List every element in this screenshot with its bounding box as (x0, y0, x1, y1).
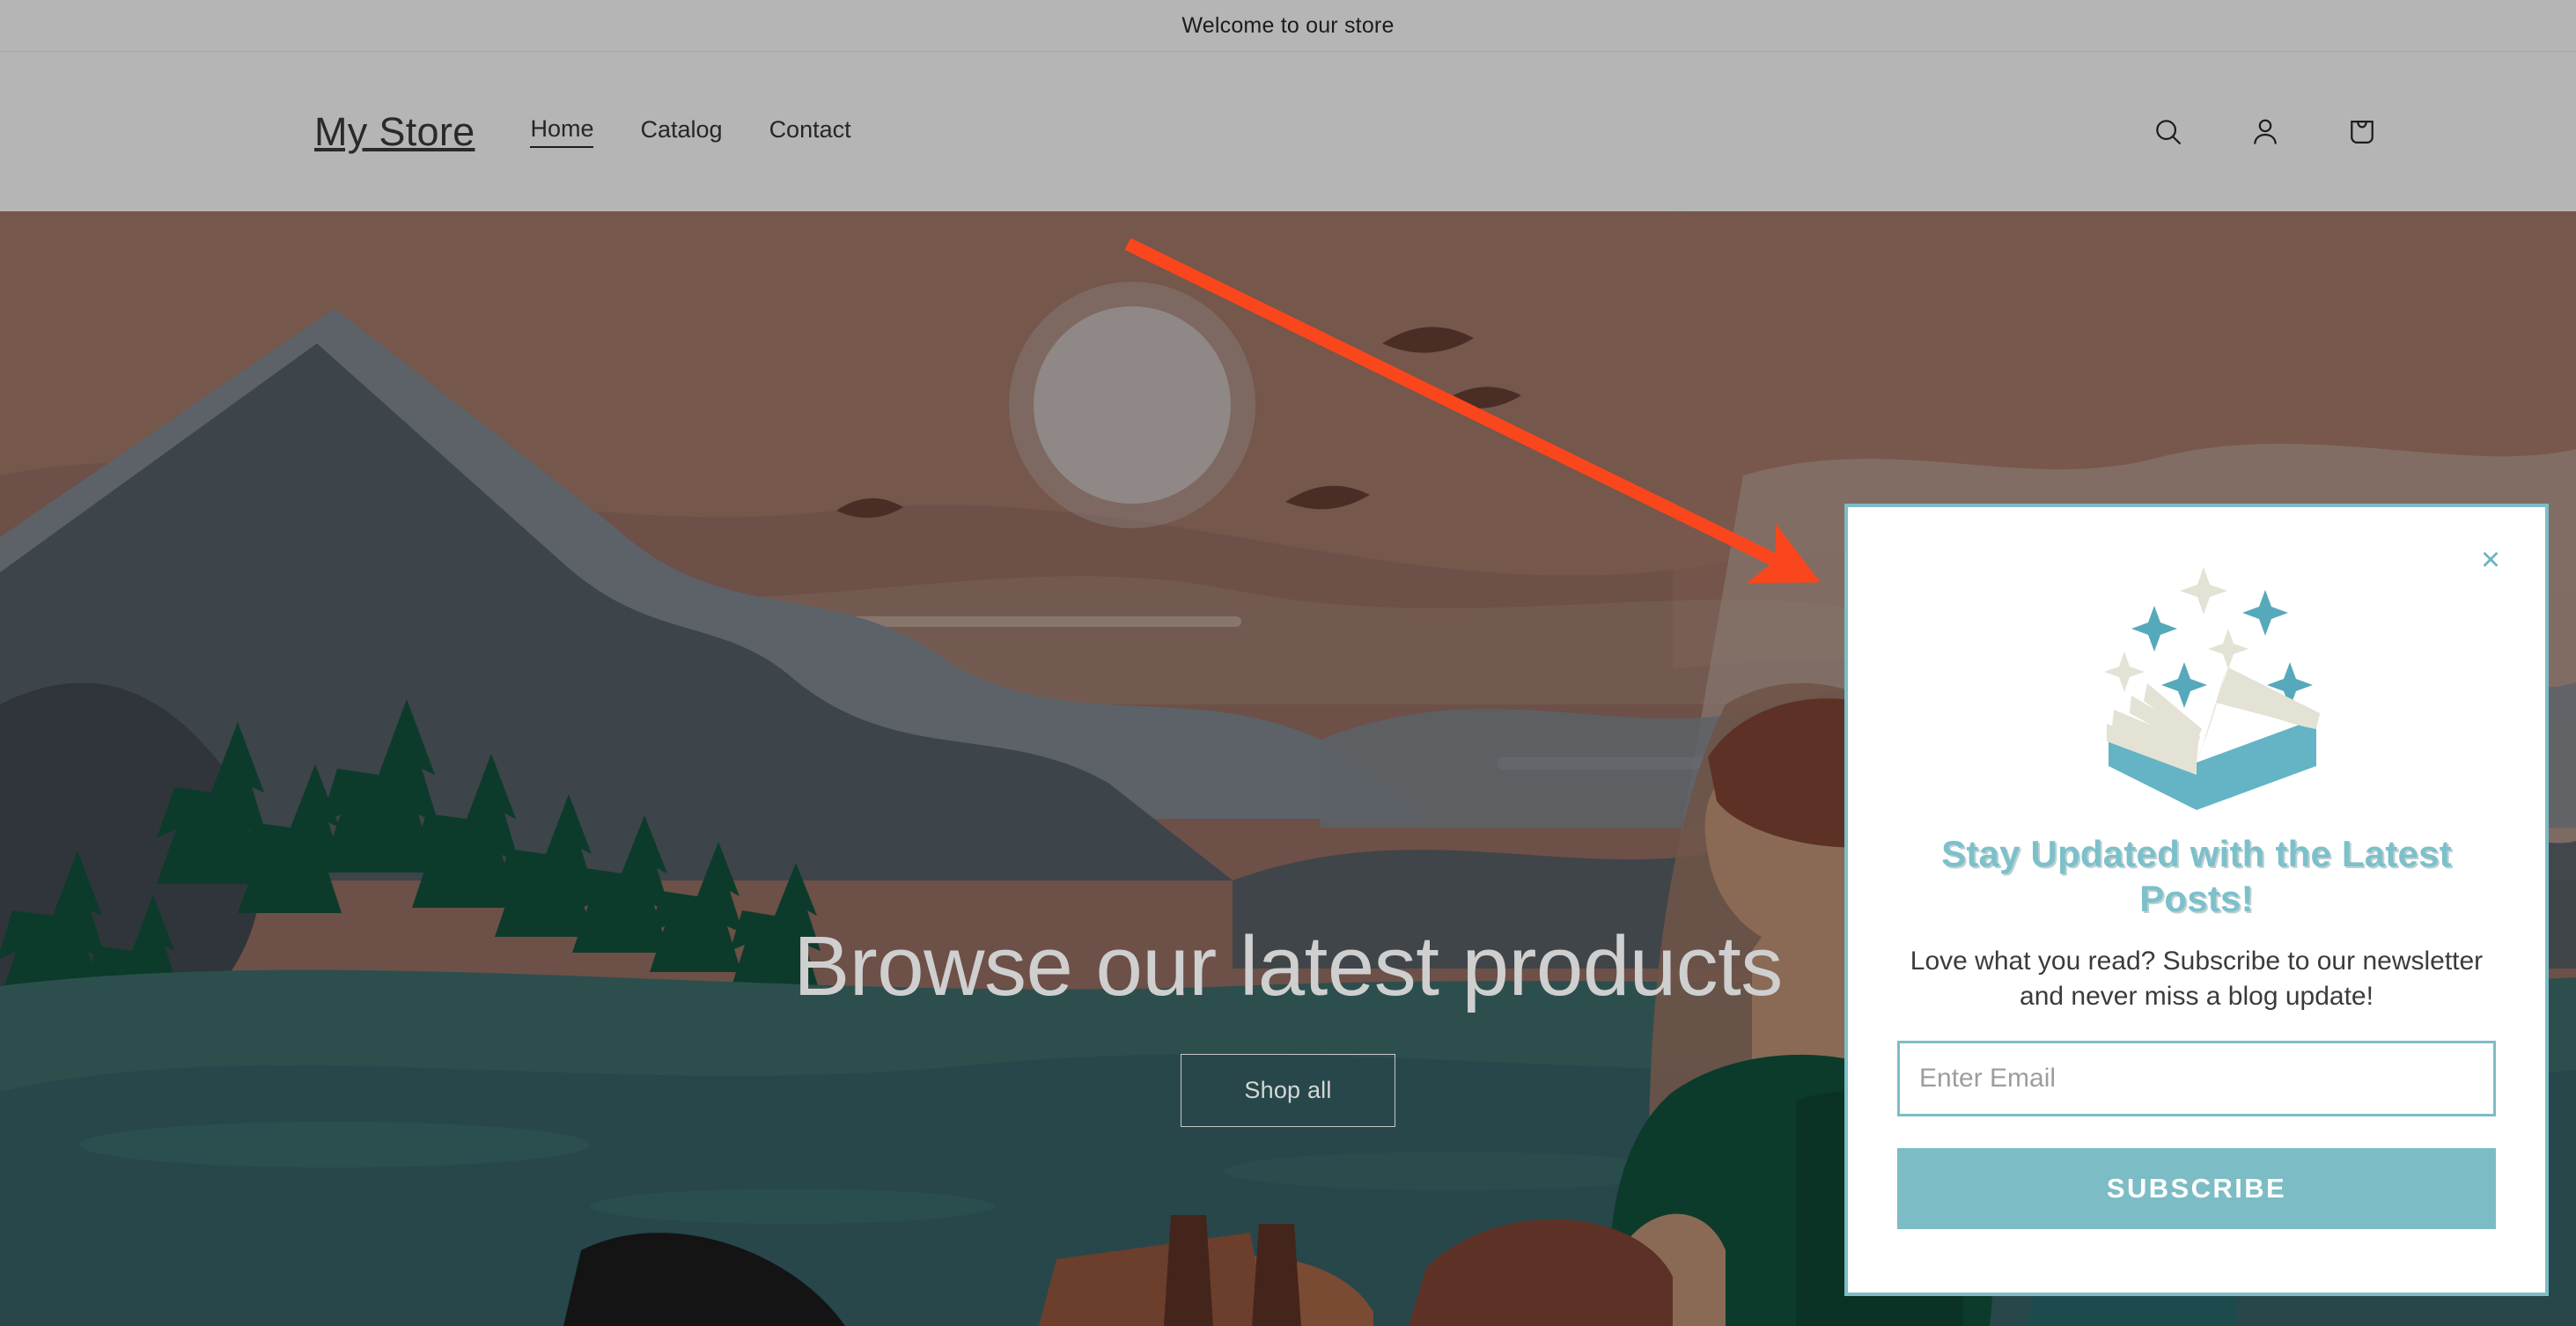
subscribe-button[interactable]: SUBSCRIBE (1897, 1148, 2496, 1230)
announcement-text: Welcome to our store (1181, 12, 1395, 38)
search-icon[interactable] (2144, 107, 2193, 157)
shop-all-button[interactable]: Shop all (1181, 1053, 1395, 1127)
popup-body-text: Love what you read? Subscribe to our new… (1910, 947, 2484, 1012)
close-icon[interactable]: × (2471, 541, 2510, 579)
nav-link-contact[interactable]: Contact (769, 116, 851, 147)
header-actions (2144, 107, 2387, 157)
nav-link-catalog[interactable]: Catalog (640, 116, 722, 147)
email-input[interactable] (1897, 1041, 2496, 1117)
nav-link-home[interactable]: Home (530, 115, 594, 148)
site-header: My Store Home Catalog Contact (0, 52, 2576, 211)
newsletter-popup: × Stay Updated with the Latest Posts! Lo… (1844, 504, 2549, 1296)
open-book-with-sparkles-icon (2104, 567, 2320, 810)
announcement-bar: Welcome to our store (0, 0, 2576, 52)
storefront-page: Welcome to our store My Store Home Catal… (0, 0, 2576, 1326)
store-logo[interactable]: My Store (314, 109, 475, 155)
popup-title: Stay Updated with the Latest Posts! (1941, 833, 2452, 920)
account-icon[interactable] (2241, 107, 2290, 157)
main-navigation: Home Catalog Contact (530, 115, 851, 148)
cart-icon[interactable] (2337, 107, 2387, 157)
